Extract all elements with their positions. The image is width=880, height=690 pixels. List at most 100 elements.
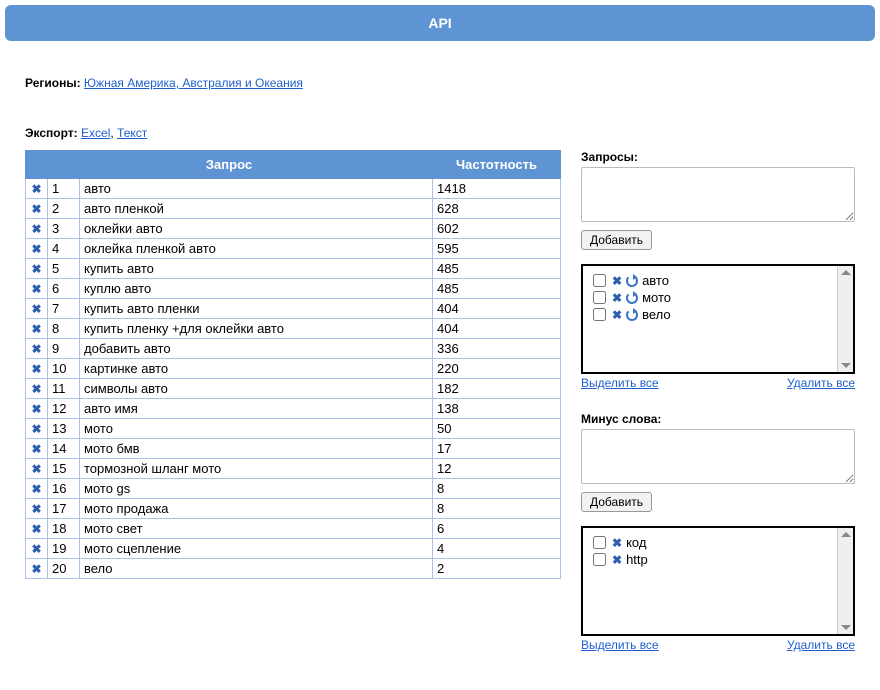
minus-textarea[interactable] bbox=[581, 429, 855, 484]
delete-row-icon[interactable]: ✖ bbox=[31, 522, 41, 536]
refresh-icon[interactable] bbox=[626, 275, 638, 287]
refresh-icon[interactable] bbox=[626, 309, 638, 321]
row-number: 18 bbox=[48, 519, 80, 539]
delete-row-icon[interactable]: ✖ bbox=[31, 362, 41, 376]
delete-item-icon[interactable]: ✖ bbox=[612, 274, 622, 288]
row-freq: 404 bbox=[433, 319, 561, 339]
delete-row-icon[interactable]: ✖ bbox=[31, 222, 41, 236]
delete-row-icon[interactable]: ✖ bbox=[31, 262, 41, 276]
queries-delete-all-link[interactable]: Удалить все bbox=[787, 376, 855, 390]
item-checkbox[interactable] bbox=[593, 553, 606, 566]
minus-add-button[interactable]: Добавить bbox=[581, 492, 652, 512]
row-query: куплю авто bbox=[80, 279, 433, 299]
row-query: купить пленку +для оклейки авто bbox=[80, 319, 433, 339]
delete-row-icon[interactable]: ✖ bbox=[31, 462, 41, 476]
delete-row-icon[interactable]: ✖ bbox=[31, 322, 41, 336]
row-freq: 2 bbox=[433, 559, 561, 579]
queries-select-all-link[interactable]: Выделить все bbox=[581, 376, 659, 390]
item-checkbox[interactable] bbox=[593, 291, 606, 304]
delete-row-icon[interactable]: ✖ bbox=[31, 382, 41, 396]
row-number: 3 bbox=[48, 219, 80, 239]
list-item: ✖ мото bbox=[587, 289, 849, 306]
row-number: 8 bbox=[48, 319, 80, 339]
row-freq: 8 bbox=[433, 499, 561, 519]
table-row: ✖ 7купить авто пленки404 bbox=[26, 299, 561, 319]
item-checkbox[interactable] bbox=[593, 536, 606, 549]
row-freq: 336 bbox=[433, 339, 561, 359]
table-row: ✖10картинке авто220 bbox=[26, 359, 561, 379]
row-freq: 628 bbox=[433, 199, 561, 219]
table-row: ✖20вело2 bbox=[26, 559, 561, 579]
scrollbar[interactable] bbox=[837, 528, 853, 634]
table-row: ✖ 8купить пленку +для оклейки авто404 bbox=[26, 319, 561, 339]
row-number: 19 bbox=[48, 539, 80, 559]
delete-item-icon[interactable]: ✖ bbox=[612, 553, 622, 567]
delete-row-icon[interactable]: ✖ bbox=[31, 242, 41, 256]
row-number: 13 bbox=[48, 419, 80, 439]
row-query: авто имя bbox=[80, 399, 433, 419]
item-checkbox[interactable] bbox=[593, 274, 606, 287]
minus-listbox: ✖ код✖http bbox=[581, 526, 855, 636]
delete-row-icon[interactable]: ✖ bbox=[31, 542, 41, 556]
item-text: авто bbox=[642, 273, 669, 288]
row-number: 7 bbox=[48, 299, 80, 319]
item-text: мото bbox=[642, 290, 671, 305]
item-checkbox[interactable] bbox=[593, 308, 606, 321]
minus-select-all-link[interactable]: Выделить все bbox=[581, 638, 659, 652]
delete-row-icon[interactable]: ✖ bbox=[31, 442, 41, 456]
delete-row-icon[interactable]: ✖ bbox=[31, 282, 41, 296]
delete-item-icon[interactable]: ✖ bbox=[612, 291, 622, 305]
list-item: ✖ код bbox=[587, 534, 849, 551]
delete-row-icon[interactable]: ✖ bbox=[31, 482, 41, 496]
row-number: 5 bbox=[48, 259, 80, 279]
table-row: ✖6куплю авто485 bbox=[26, 279, 561, 299]
minus-delete-all-link[interactable]: Удалить все bbox=[787, 638, 855, 652]
queries-textarea[interactable] bbox=[581, 167, 855, 222]
minus-label: Минус слова: bbox=[581, 412, 855, 426]
row-query: мото продажа bbox=[80, 499, 433, 519]
row-query: мото bbox=[80, 419, 433, 439]
row-freq: 182 bbox=[433, 379, 561, 399]
keywords-table: Запрос Частотность ✖1авто1418✖2авто плен… bbox=[25, 150, 561, 579]
queries-label: Запросы: bbox=[581, 150, 855, 164]
export-text-link[interactable]: Текст bbox=[117, 126, 147, 140]
delete-item-icon[interactable]: ✖ bbox=[612, 308, 622, 322]
table-row: ✖5купить авто485 bbox=[26, 259, 561, 279]
table-row: ✖ 17мото продажа8 bbox=[26, 499, 561, 519]
delete-row-icon[interactable]: ✖ bbox=[31, 422, 41, 436]
row-number: 16 bbox=[48, 479, 80, 499]
scrollbar[interactable] bbox=[837, 266, 853, 372]
col-header-freq: Частотность bbox=[433, 151, 561, 179]
delete-row-icon[interactable]: ✖ bbox=[31, 342, 41, 356]
row-number: 17 bbox=[48, 499, 80, 519]
delete-item-icon[interactable]: ✖ bbox=[612, 536, 622, 550]
row-freq: 485 bbox=[433, 279, 561, 299]
row-query: добавить авто bbox=[80, 339, 433, 359]
table-row: ✖14мото бмв17 bbox=[26, 439, 561, 459]
row-freq: 1418 bbox=[433, 179, 561, 199]
item-text: код bbox=[626, 535, 646, 550]
refresh-icon[interactable] bbox=[626, 292, 638, 304]
row-query: оклейка пленкой авто bbox=[80, 239, 433, 259]
delete-row-icon[interactable]: ✖ bbox=[31, 402, 41, 416]
delete-row-icon[interactable]: ✖ bbox=[31, 182, 41, 196]
row-query: купить авто bbox=[80, 259, 433, 279]
delete-row-icon[interactable]: ✖ bbox=[31, 562, 41, 576]
delete-row-icon[interactable]: ✖ bbox=[31, 202, 41, 216]
row-freq: 404 bbox=[433, 299, 561, 319]
export-line: Экспорт: Excel, Текст bbox=[25, 126, 875, 140]
row-number: 20 bbox=[48, 559, 80, 579]
item-text: вело bbox=[642, 307, 671, 322]
delete-row-icon[interactable]: ✖ bbox=[31, 302, 41, 316]
row-number: 11 bbox=[48, 379, 80, 399]
regions-link[interactable]: Южная Америка, Австралия и Океания bbox=[84, 76, 303, 90]
row-query: купить авто пленки bbox=[80, 299, 433, 319]
row-freq: 8 bbox=[433, 479, 561, 499]
row-freq: 4 bbox=[433, 539, 561, 559]
row-query: мото сцепление bbox=[80, 539, 433, 559]
delete-row-icon[interactable]: ✖ bbox=[31, 502, 41, 516]
list-item: ✖http bbox=[587, 551, 849, 568]
table-row: ✖2авто пленкой628 bbox=[26, 199, 561, 219]
queries-add-button[interactable]: Добавить bbox=[581, 230, 652, 250]
export-excel-link[interactable]: Excel bbox=[81, 126, 110, 140]
